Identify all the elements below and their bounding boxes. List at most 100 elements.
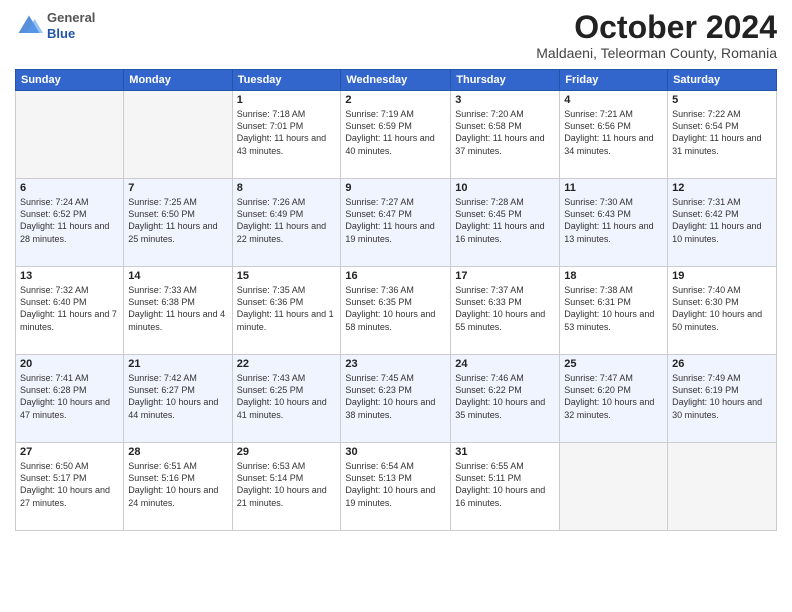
- day-number: 28: [128, 446, 227, 458]
- weekday-header-saturday: Saturday: [668, 70, 777, 91]
- calendar-week-row: 20 Sunrise: 7:41 AMSunset: 6:28 PMDayligh…: [16, 355, 777, 443]
- day-info: Sunrise: 6:55 AMSunset: 5:11 PMDaylight:…: [455, 460, 555, 509]
- day-number: 25: [564, 358, 663, 370]
- day-number: 20: [20, 358, 119, 370]
- day-number: 21: [128, 358, 227, 370]
- calendar-cell: 9Sunrise: 7:27 AMSunset: 6:47 PMDaylight…: [341, 179, 451, 267]
- calendar-week-row: 6Sunrise: 7:24 AMSunset: 6:52 PMDaylight…: [16, 179, 777, 267]
- calendar-cell: 24 Sunrise: 7:46 AMSunset: 6:22 PMDayligh…: [451, 355, 560, 443]
- day-info: Sunrise: 7:47 AMSunset: 6:20 PMDaylight:…: [564, 372, 663, 421]
- day-info: Sunrise: 7:25 AMSunset: 6:50 PMDaylight:…: [128, 196, 227, 245]
- calendar-cell: 15 Sunrise: 7:35 AMSunset: 6:36 PMDayligh…: [232, 267, 341, 355]
- calendar-cell: 25 Sunrise: 7:47 AMSunset: 6:20 PMDayligh…: [560, 355, 668, 443]
- day-number: 8: [237, 182, 337, 194]
- day-info: Sunrise: 7:45 AMSunset: 6:23 PMDaylight:…: [345, 372, 446, 421]
- logo-text: General Blue: [47, 10, 95, 41]
- calendar-cell: 1Sunrise: 7:18 AMSunset: 7:01 PMDaylight…: [232, 91, 341, 179]
- header: General Blue October 2024 Maldaeni, Tele…: [15, 10, 777, 61]
- weekday-header-row: SundayMondayTuesdayWednesdayThursdayFrid…: [16, 70, 777, 91]
- calendar-cell: 3Sunrise: 7:20 AMSunset: 6:58 PMDaylight…: [451, 91, 560, 179]
- calendar-cell: 12 Sunrise: 7:31 AMSunset: 6:42 PMDayligh…: [668, 179, 777, 267]
- calendar-cell: 22Sunrise: 7:43 AMSunset: 6:25 PMDayligh…: [232, 355, 341, 443]
- day-number: 15: [237, 270, 337, 282]
- calendar-cell: 19 Sunrise: 7:40 AMSunset: 6:30 PMDayligh…: [668, 267, 777, 355]
- day-info: Sunrise: 6:50 AMSunset: 5:17 PMDaylight:…: [20, 460, 119, 509]
- calendar-cell: 30 Sunrise: 6:54 AMSunset: 5:13 PMDayligh…: [341, 443, 451, 531]
- calendar-cell: 28Sunrise: 6:51 AMSunset: 5:16 PMDayligh…: [124, 443, 232, 531]
- day-info: Sunrise: 7:41 AMSunset: 6:28 PMDaylight:…: [20, 372, 119, 421]
- logo-icon: [15, 12, 43, 40]
- day-number: 29: [237, 446, 337, 458]
- calendar-cell: [668, 443, 777, 531]
- logo-blue: Blue: [47, 26, 95, 42]
- day-number: 24: [455, 358, 555, 370]
- day-number: 27: [20, 446, 119, 458]
- day-number: 14: [128, 270, 227, 282]
- calendar-cell: 8 Sunrise: 7:26 AMSunset: 6:49 PMDaylight…: [232, 179, 341, 267]
- day-number: 13: [20, 270, 119, 282]
- calendar-cell: 17 Sunrise: 7:37 AMSunset: 6:33 PMDayligh…: [451, 267, 560, 355]
- day-number: 26: [672, 358, 772, 370]
- day-info: Sunrise: 7:18 AMSunset: 7:01 PMDaylight:…: [237, 108, 337, 157]
- day-number: 4: [564, 94, 663, 106]
- day-info: Sunrise: 7:21 AMSunset: 6:56 PMDaylight:…: [564, 108, 663, 157]
- day-number: 18: [564, 270, 663, 282]
- calendar-cell: 2 Sunrise: 7:19 AMSunset: 6:59 PMDaylight…: [341, 91, 451, 179]
- calendar-cell: 4 Sunrise: 7:21 AMSunset: 6:56 PMDaylight…: [560, 91, 668, 179]
- calendar-cell: 5 Sunrise: 7:22 AMSunset: 6:54 PMDaylight…: [668, 91, 777, 179]
- day-number: 17: [455, 270, 555, 282]
- day-number: 10: [455, 182, 555, 194]
- day-number: 9: [345, 182, 446, 194]
- day-info: Sunrise: 7:22 AMSunset: 6:54 PMDaylight:…: [672, 108, 772, 157]
- day-info: Sunrise: 6:53 AMSunset: 5:14 PMDaylight:…: [237, 460, 337, 509]
- weekday-header-tuesday: Tuesday: [232, 70, 341, 91]
- day-info: Sunrise: 7:42 AMSunset: 6:27 PMDaylight:…: [128, 372, 227, 421]
- day-info: Sunrise: 7:24 AMSunset: 6:52 PMDaylight:…: [20, 196, 119, 245]
- calendar-cell: 14Sunrise: 7:33 AMSunset: 6:38 PMDayligh…: [124, 267, 232, 355]
- calendar-cell: 13 Sunrise: 7:32 AMSunset: 6:40 PMDayligh…: [16, 267, 124, 355]
- day-info: Sunrise: 7:46 AMSunset: 6:22 PMDaylight:…: [455, 372, 555, 421]
- calendar-cell: [560, 443, 668, 531]
- day-number: 12: [672, 182, 772, 194]
- calendar-week-row: 1Sunrise: 7:18 AMSunset: 7:01 PMDaylight…: [16, 91, 777, 179]
- calendar-cell: 21 Sunrise: 7:42 AMSunset: 6:27 PMDayligh…: [124, 355, 232, 443]
- weekday-header-wednesday: Wednesday: [341, 70, 451, 91]
- calendar-cell: 18 Sunrise: 7:38 AMSunset: 6:31 PMDayligh…: [560, 267, 668, 355]
- weekday-header-thursday: Thursday: [451, 70, 560, 91]
- day-number: 19: [672, 270, 772, 282]
- calendar-cell: 16Sunrise: 7:36 AMSunset: 6:35 PMDayligh…: [341, 267, 451, 355]
- calendar-cell: 10Sunrise: 7:28 AMSunset: 6:45 PMDayligh…: [451, 179, 560, 267]
- day-info: Sunrise: 7:40 AMSunset: 6:30 PMDaylight:…: [672, 284, 772, 333]
- calendar-cell: 29 Sunrise: 6:53 AMSunset: 5:14 PMDayligh…: [232, 443, 341, 531]
- month-title: October 2024: [536, 10, 777, 45]
- calendar-week-row: 13 Sunrise: 7:32 AMSunset: 6:40 PMDayligh…: [16, 267, 777, 355]
- calendar-cell: 31Sunrise: 6:55 AMSunset: 5:11 PMDayligh…: [451, 443, 560, 531]
- day-number: 11: [564, 182, 663, 194]
- day-number: 30: [345, 446, 446, 458]
- day-info: Sunrise: 7:38 AMSunset: 6:31 PMDaylight:…: [564, 284, 663, 333]
- day-number: 7: [128, 182, 227, 194]
- day-info: Sunrise: 6:54 AMSunset: 5:13 PMDaylight:…: [345, 460, 446, 509]
- day-info: Sunrise: 7:31 AMSunset: 6:42 PMDaylight:…: [672, 196, 772, 245]
- day-number: 2: [345, 94, 446, 106]
- calendar-week-row: 27 Sunrise: 6:50 AMSunset: 5:17 PMDayligh…: [16, 443, 777, 531]
- day-number: 16: [345, 270, 446, 282]
- day-number: 22: [237, 358, 337, 370]
- calendar: SundayMondayTuesdayWednesdayThursdayFrid…: [15, 69, 777, 531]
- title-area: October 2024 Maldaeni, Teleorman County,…: [536, 10, 777, 61]
- weekday-header-monday: Monday: [124, 70, 232, 91]
- day-info: Sunrise: 7:30 AMSunset: 6:43 PMDaylight:…: [564, 196, 663, 245]
- calendar-cell: 6Sunrise: 7:24 AMSunset: 6:52 PMDaylight…: [16, 179, 124, 267]
- day-number: 5: [672, 94, 772, 106]
- day-info: Sunrise: 7:19 AMSunset: 6:59 PMDaylight:…: [345, 108, 446, 157]
- calendar-cell: 23 Sunrise: 7:45 AMSunset: 6:23 PMDayligh…: [341, 355, 451, 443]
- day-info: Sunrise: 7:32 AMSunset: 6:40 PMDaylight:…: [20, 284, 119, 333]
- day-info: Sunrise: 7:26 AMSunset: 6:49 PMDaylight:…: [237, 196, 337, 245]
- day-info: Sunrise: 7:35 AMSunset: 6:36 PMDaylight:…: [237, 284, 337, 333]
- day-info: Sunrise: 7:49 AMSunset: 6:19 PMDaylight:…: [672, 372, 772, 421]
- page: General Blue October 2024 Maldaeni, Tele…: [0, 0, 792, 612]
- calendar-cell: 11 Sunrise: 7:30 AMSunset: 6:43 PMDayligh…: [560, 179, 668, 267]
- day-info: Sunrise: 7:37 AMSunset: 6:33 PMDaylight:…: [455, 284, 555, 333]
- day-number: 23: [345, 358, 446, 370]
- logo-general: General: [47, 10, 95, 26]
